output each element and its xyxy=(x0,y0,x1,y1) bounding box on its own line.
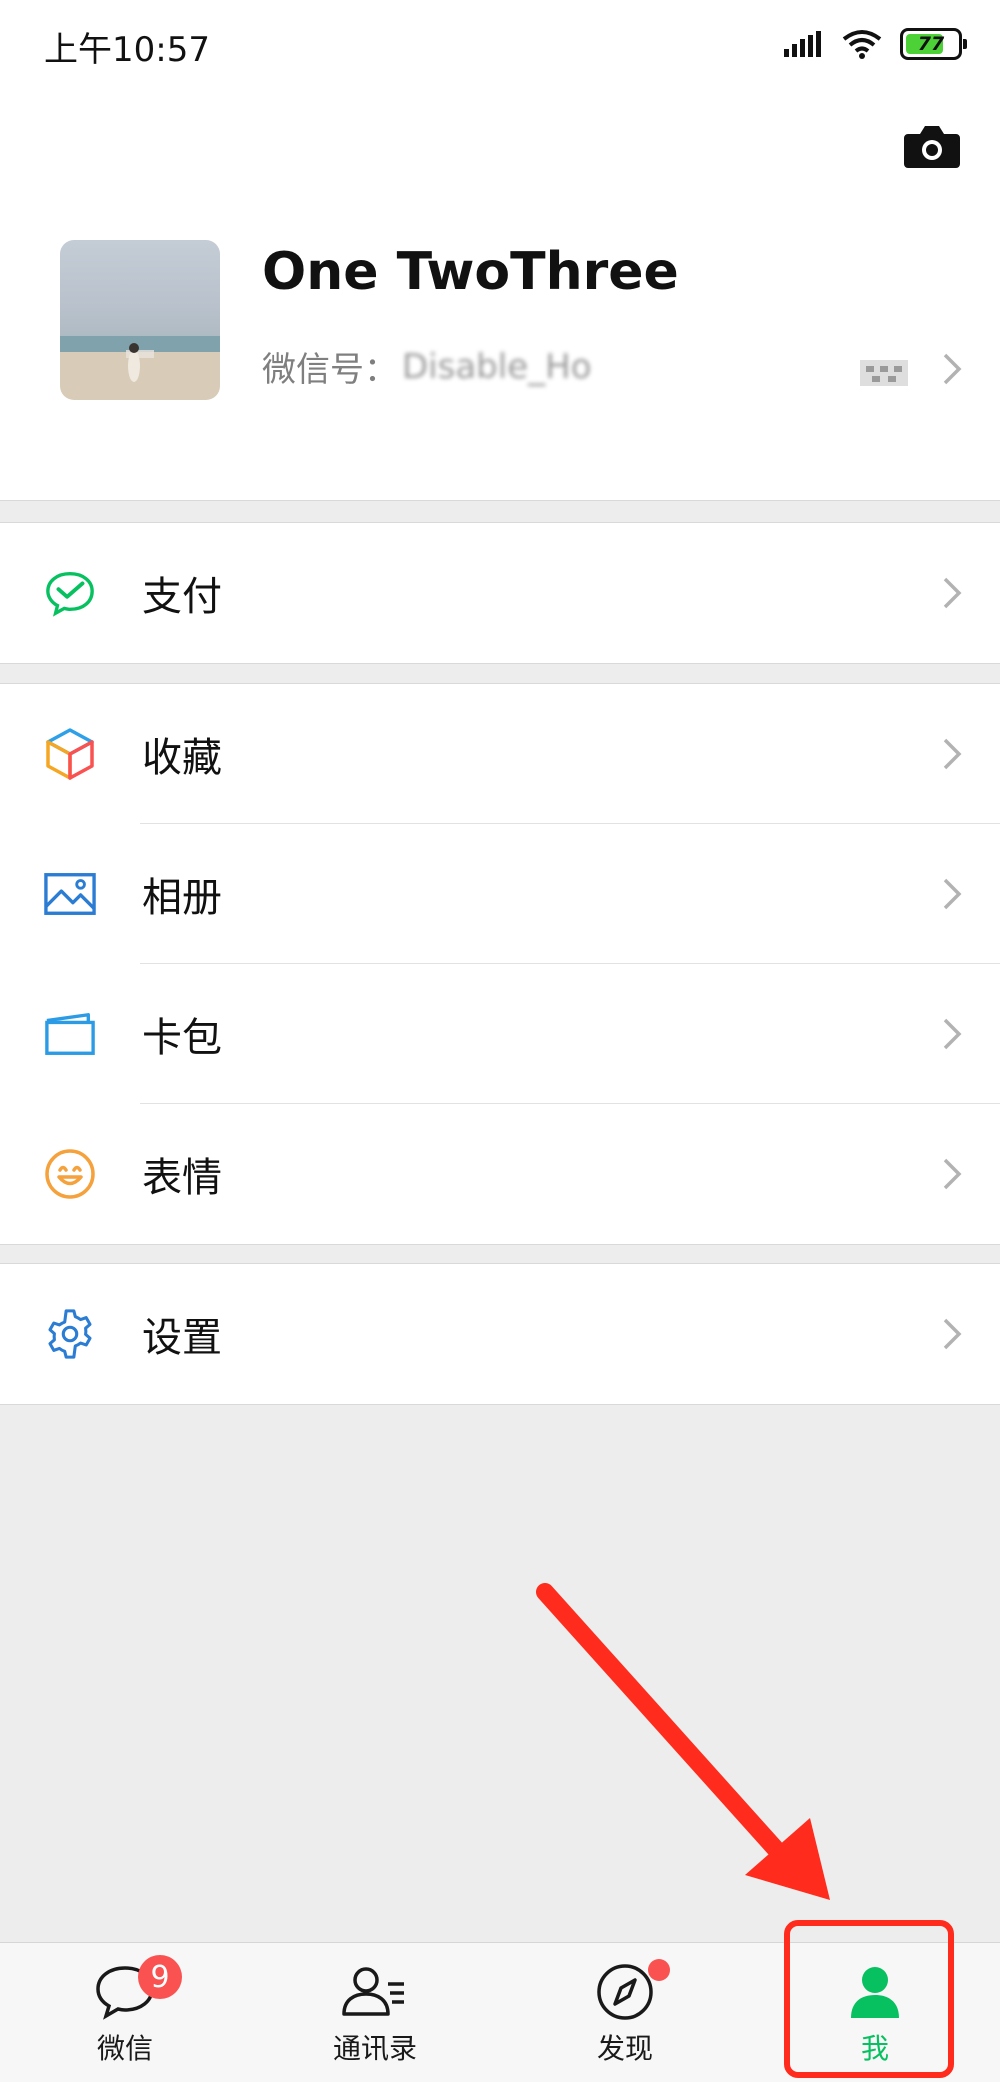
tab-label-me: 我 xyxy=(860,2032,889,2065)
chevron-right-icon xyxy=(943,1018,962,1050)
sticker-smile-icon xyxy=(44,1148,96,1200)
menu-item-stickers[interactable]: 表情 xyxy=(0,1104,1000,1244)
tab-label-chats: 微信 xyxy=(96,2032,153,2065)
chevron-right-icon xyxy=(943,878,962,910)
profile-header[interactable]: One TwoThree 微信号： Disable_Ho xyxy=(0,90,1000,501)
services-group: 收藏 相册 卡包 表情 xyxy=(0,683,1000,1245)
status-icons: 77 xyxy=(784,26,967,62)
tab-contacts[interactable]: 通讯录 xyxy=(250,1943,500,2082)
chevron-right-icon[interactable] xyxy=(942,352,962,386)
battery-level: 77 xyxy=(917,33,945,55)
wechat-id-value: Disable_Ho xyxy=(402,346,592,387)
chat-bubble-icon: 9 xyxy=(90,1955,182,2023)
avatar[interactable] xyxy=(60,240,220,400)
menu-item-pay[interactable]: 支付 xyxy=(0,523,1000,663)
settings-group: 设置 xyxy=(0,1263,1000,1405)
tab-label-contacts: 通讯录 xyxy=(332,2032,417,2065)
me-person-icon xyxy=(840,1961,910,2023)
chevron-right-icon xyxy=(943,738,962,770)
battery-icon: 77 xyxy=(900,28,967,60)
tab-bar: 9 微信 通讯录 发现 我 xyxy=(0,1942,1000,2082)
chevron-right-icon xyxy=(943,577,962,609)
album-icon xyxy=(44,868,96,920)
menu-label-settings: 设置 xyxy=(142,1315,222,1361)
menu-label-stickers: 表情 xyxy=(142,1155,222,1201)
favorites-cube-icon xyxy=(44,728,96,780)
camera-icon[interactable] xyxy=(904,120,960,170)
tab-me[interactable]: 我 xyxy=(750,1943,1000,2082)
wechat-id: 微信号： Disable_Ho xyxy=(262,342,592,391)
wechat-pay-icon xyxy=(44,567,96,619)
tab-label-discover: 发现 xyxy=(596,2032,653,2065)
menu-label-cards: 卡包 xyxy=(142,1015,222,1061)
menu-item-settings[interactable]: 设置 xyxy=(0,1264,1000,1404)
discover-compass-icon xyxy=(590,1959,670,2023)
status-bar: 上午10:57 77 xyxy=(0,0,1000,90)
tab-chats[interactable]: 9 微信 xyxy=(0,1943,250,2082)
menu-item-album[interactable]: 相册 xyxy=(0,824,1000,964)
wifi-icon xyxy=(842,30,882,59)
pay-group: 支付 xyxy=(0,522,1000,664)
chevron-right-icon xyxy=(943,1318,962,1350)
wechat-id-label: 微信号： xyxy=(262,350,398,390)
menu-label-favorites: 收藏 xyxy=(142,735,222,781)
status-time: 上午10:57 xyxy=(44,30,210,70)
signal-icon xyxy=(784,31,821,57)
tab-discover[interactable]: 发现 xyxy=(500,1943,750,2082)
chevron-right-icon xyxy=(943,1158,962,1190)
contacts-icon xyxy=(340,1961,410,2023)
menu-label-pay: 支付 xyxy=(142,574,222,620)
qr-code-icon[interactable] xyxy=(858,358,910,388)
menu-item-cards[interactable]: 卡包 xyxy=(0,964,1000,1104)
menu-item-favorites[interactable]: 收藏 xyxy=(0,684,1000,824)
profile-name: One TwoThree xyxy=(262,242,679,302)
menu-label-album: 相册 xyxy=(142,875,222,921)
settings-gear-icon xyxy=(44,1308,96,1360)
unread-badge: 9 xyxy=(138,1955,182,1999)
new-dot-indicator xyxy=(648,1959,670,1981)
card-wallet-icon xyxy=(44,1008,96,1060)
